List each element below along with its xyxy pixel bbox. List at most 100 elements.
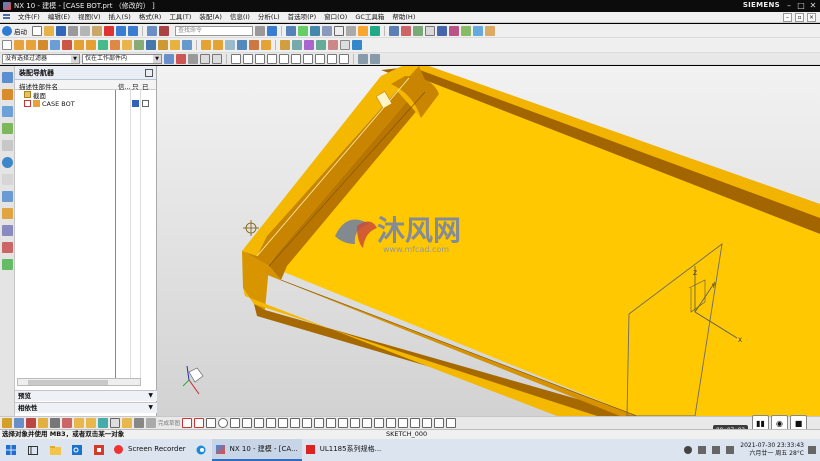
rapid-dim-icon[interactable]	[362, 418, 373, 428]
snap-icon[interactable]	[413, 25, 423, 36]
maximize-panel-icon[interactable]	[145, 69, 153, 77]
menu-window[interactable]: 窗口(O)	[320, 12, 351, 23]
arrange-icon[interactable]	[340, 40, 350, 50]
sequence-icon[interactable]	[352, 40, 362, 50]
sketch-plane-icon[interactable]	[14, 418, 24, 428]
mirror-curve-icon[interactable]	[314, 418, 325, 428]
tray-network-icon[interactable]	[698, 446, 707, 454]
frame-icon[interactable]	[334, 25, 344, 36]
orient-icon[interactable]	[322, 25, 332, 36]
deselect-icon[interactable]	[176, 53, 186, 64]
sketch-update-icon[interactable]	[98, 418, 108, 428]
thicken-icon[interactable]	[170, 40, 180, 50]
constraint-icon[interactable]	[292, 40, 302, 50]
doc-minimize-icon[interactable]: –	[783, 13, 792, 22]
menu-format[interactable]: 格式(R)	[135, 12, 166, 23]
delete-icon[interactable]	[104, 25, 114, 36]
redo-icon[interactable]	[128, 25, 138, 36]
rectangle-icon[interactable]	[230, 418, 241, 428]
window-icon[interactable]	[267, 25, 277, 36]
start-label[interactable]: 启动	[14, 26, 27, 36]
windows-start-icon[interactable]	[0, 439, 22, 461]
datum-plane-icon[interactable]	[50, 40, 60, 50]
close-icon[interactable]: ✕	[807, 0, 819, 12]
revolve-icon[interactable]	[26, 40, 36, 50]
outlook-icon[interactable]	[66, 439, 88, 461]
sketch-tool-icon[interactable]	[2, 418, 12, 428]
menu-assembly[interactable]: 装配(A)	[195, 12, 226, 23]
search-icon[interactable]	[255, 25, 265, 36]
corner-icon[interactable]	[350, 418, 361, 428]
explode-icon[interactable]	[328, 40, 338, 50]
menu-file[interactable]: 文件(F)	[14, 12, 44, 23]
alternate-solution-icon[interactable]	[410, 418, 421, 428]
tool-icon[interactable]	[370, 25, 380, 36]
chamfer-icon[interactable]	[86, 40, 96, 50]
system-clock[interactable]: 2021-07-30 23:33:43 六月廿一 周五 28°C	[740, 442, 804, 458]
surface-icon[interactable]	[449, 25, 459, 36]
component-icon[interactable]	[304, 40, 314, 50]
point-icon[interactable]	[370, 53, 380, 64]
continuous-dim-icon[interactable]	[446, 418, 457, 428]
menu-info[interactable]: 信息(I)	[226, 12, 254, 23]
line-icon[interactable]	[194, 418, 205, 428]
tree-row-case-bot[interactable]: CASE BOT	[15, 99, 156, 108]
manufacturing-wizard-icon[interactable]	[2, 242, 13, 253]
subtract-icon[interactable]	[249, 40, 259, 50]
sync-icon[interactable]	[461, 25, 471, 36]
snap-center-icon[interactable]	[279, 53, 289, 64]
checkbox-icon[interactable]	[24, 100, 31, 107]
snap-quadrant-icon[interactable]	[291, 53, 301, 64]
graphics-viewport[interactable]: Z X Y 沐风网 www.mfcad.com	[157, 66, 820, 416]
wave-link-icon[interactable]	[316, 40, 326, 50]
selection-scope-dropdown[interactable]: 仅在工作部件内 ▼	[82, 53, 162, 64]
menu-help[interactable]: 帮助(H)	[388, 12, 419, 23]
snap-curve-icon[interactable]	[315, 53, 325, 64]
extrude-icon[interactable]	[14, 40, 24, 50]
menu-preferences[interactable]: 首选项(P)	[284, 12, 321, 23]
wps-icon[interactable]	[88, 439, 110, 461]
sketch-constraint-icon[interactable]	[62, 418, 72, 428]
edit-object-icon[interactable]	[159, 25, 169, 36]
point-sketch-icon[interactable]	[290, 418, 301, 428]
sketch-relations-icon[interactable]	[86, 418, 96, 428]
convert-reference-icon[interactable]	[398, 418, 409, 428]
profile-icon[interactable]	[182, 418, 193, 428]
create-inferred-icon[interactable]	[434, 418, 445, 428]
preview-section[interactable]: 预览 ▼	[15, 390, 157, 401]
tray-ime-icon[interactable]	[726, 446, 735, 454]
dependencies-section[interactable]: 相依性 ▼	[15, 402, 157, 413]
sketch-icon[interactable]	[2, 40, 12, 50]
snap-toggle-icon[interactable]	[358, 53, 368, 64]
layer-icon[interactable]	[298, 25, 308, 36]
sketch-orient-icon[interactable]	[38, 418, 48, 428]
draft-icon[interactable]	[110, 40, 120, 50]
menu-view[interactable]: 视图(V)	[74, 12, 105, 23]
paste-icon[interactable]	[92, 25, 102, 36]
history-icon[interactable]	[2, 174, 13, 185]
spline-icon[interactable]	[278, 418, 289, 428]
roles-icon[interactable]	[2, 208, 13, 219]
sketch-profile-icon[interactable]	[26, 418, 36, 428]
menu-edit[interactable]: 编辑(E)	[44, 12, 74, 23]
select-all-icon[interactable]	[188, 53, 198, 64]
save-icon[interactable]	[56, 25, 66, 36]
snap-intersection-icon[interactable]	[267, 53, 277, 64]
constraint-navigator-icon[interactable]	[2, 89, 13, 100]
pattern-icon[interactable]	[122, 40, 132, 50]
curve-icon[interactable]	[485, 25, 495, 36]
shell-icon[interactable]	[98, 40, 108, 50]
task-view-icon[interactable]	[22, 439, 44, 461]
trim-body-icon[interactable]	[146, 40, 156, 50]
reuse-library-icon[interactable]	[2, 123, 13, 134]
display-grid-icon[interactable]	[286, 25, 296, 36]
model-canvas[interactable]: Z X Y 沐风网 www.mfcad.com	[157, 66, 820, 416]
feature-icon[interactable]	[437, 25, 447, 36]
notification-icon[interactable]	[808, 446, 816, 454]
snap-control-icon[interactable]	[255, 53, 265, 64]
gear-icon[interactable]	[425, 25, 435, 36]
polygon-icon[interactable]	[266, 418, 277, 428]
tray-volume-icon[interactable]	[712, 446, 721, 454]
sketch-dim-icon[interactable]	[50, 418, 60, 428]
selection-filter-dropdown[interactable]: 没有选择过滤器 ▼	[2, 53, 80, 64]
